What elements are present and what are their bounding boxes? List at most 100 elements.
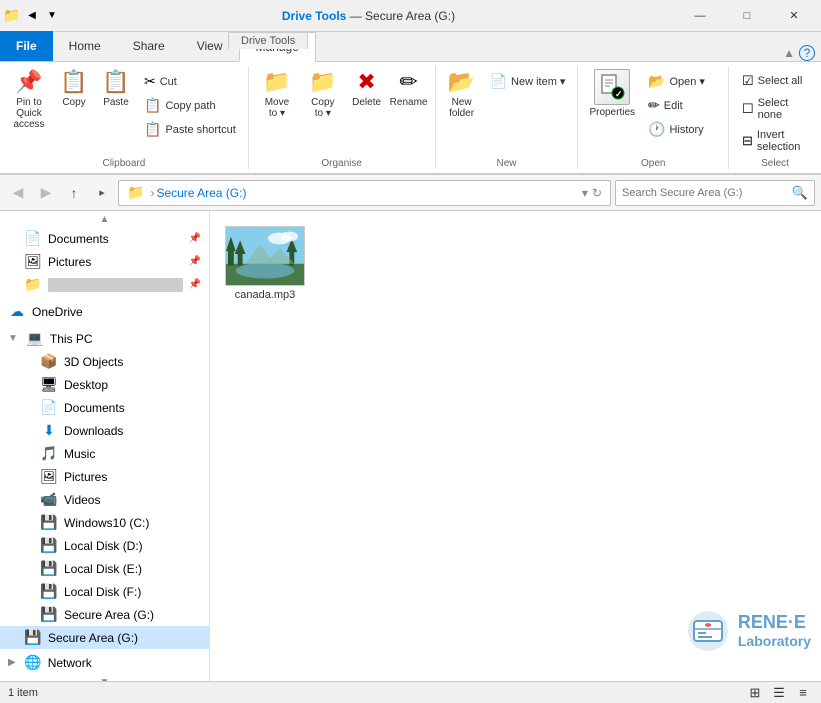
sidebar-item-downloads[interactable]: ⬇ Downloads xyxy=(0,419,209,442)
sidebar-item-secure-area-g[interactable]: 💾 Secure Area (G:) xyxy=(0,603,209,626)
new-folder-label: Newfolder xyxy=(449,97,474,119)
new-folder-button[interactable]: 📂 Newfolder xyxy=(442,66,482,122)
pin-quick-access-button[interactable]: 📌 Pin to Quick access xyxy=(6,66,52,133)
sidebar-windows-c-label: Windows10 (C:) xyxy=(64,516,201,530)
sidebar-scroll-up[interactable]: ▲ xyxy=(0,211,209,227)
edit-button[interactable]: ✏ Edit xyxy=(642,94,722,117)
address-dropdown[interactable]: ▾ xyxy=(582,186,588,200)
file-name-canada: canada.mp3 xyxy=(235,289,296,301)
help-icon[interactable]: ? xyxy=(799,45,815,61)
watermark-svg xyxy=(686,609,730,653)
sidebar-item-blurred[interactable]: 📁 ████████████ 📌 xyxy=(0,273,209,296)
maximize-button[interactable]: □ xyxy=(724,0,770,32)
windows-c-icon: 💾 xyxy=(40,514,58,531)
close-button[interactable]: ✕ xyxy=(771,0,817,32)
move-to-button[interactable]: 📁 Move to ▾ xyxy=(255,66,299,122)
sidebar: ▲ 📄 Documents 📌 🖼 Pictures 📌 📁 █████████… xyxy=(0,211,210,681)
sidebar-item-onedrive[interactable]: ☁ OneDrive xyxy=(0,300,209,323)
select-none-button[interactable]: ☐ Select none xyxy=(735,94,815,124)
breadcrumb-sep1: › xyxy=(150,186,154,200)
pin-indicator2: 📌 xyxy=(189,256,201,267)
title-controls[interactable]: — □ ✕ xyxy=(677,0,817,32)
list-view-button[interactable]: ☰ xyxy=(769,684,789,702)
up-button[interactable]: ↑ xyxy=(62,181,86,205)
large-icons-view-button[interactable]: ⊞ xyxy=(745,684,765,702)
pin-icon: 📌 xyxy=(15,69,42,95)
copy-to-icon: 📁 xyxy=(309,69,336,95)
new-item-label: New item ▾ xyxy=(511,75,565,88)
sidebar-videos-label: Videos xyxy=(64,493,201,507)
sidebar-item-3dobjects[interactable]: 📦 3D Objects xyxy=(0,350,209,373)
address-bar-row: ◀ ▶ ↑ ▸ 📁 › Secure Area (G:) ▾ ↻ 🔍 xyxy=(0,175,821,211)
sidebar-documents-pinned-label: Documents xyxy=(48,232,183,246)
select-buttons: ☑ Select all ☐ Select none ⊟ Invert sele… xyxy=(735,66,815,156)
sidebar-item-local-e[interactable]: 💾 Local Disk (E:) xyxy=(0,557,209,580)
tab-file[interactable]: File xyxy=(0,31,53,61)
open-content: ✓ Properties 📂 Open ▾ ✏ Edit xyxy=(584,66,722,156)
edit-icon: ✏ xyxy=(648,97,660,114)
sidebar-item-thispc[interactable]: ▼ 💻 This PC xyxy=(0,327,209,350)
tab-home[interactable]: Home xyxy=(53,31,117,61)
sidebar-local-e-label: Local Disk (E:) xyxy=(64,562,201,576)
address-controls: ▾ ↻ xyxy=(582,186,602,200)
minimize-button[interactable]: — xyxy=(677,0,723,32)
ribbon-tabs: File Home Share View Manage ▲ ? xyxy=(0,32,821,62)
folder-icon: 📁 xyxy=(4,8,20,24)
local-f-icon: 💾 xyxy=(40,583,58,600)
back-button[interactable]: ◀ xyxy=(6,181,30,205)
watermark-text: RENE·E Laboratory xyxy=(738,612,811,650)
details-view-button[interactable]: ≡ xyxy=(793,684,813,702)
open-icon: 📂 xyxy=(648,73,665,90)
sidebar-item-desktop[interactable]: 🖥 Desktop xyxy=(0,373,209,396)
paste-button[interactable]: 📋 Paste xyxy=(96,66,136,111)
address-folder-icon: 📁 xyxy=(127,184,144,201)
sidebar-scroll-down[interactable]: ▼ xyxy=(0,674,209,681)
cut-button[interactable]: ✂ Cut xyxy=(138,70,242,93)
refresh-button[interactable]: ▸ xyxy=(90,181,114,205)
sidebar-item-music[interactable]: 🎵 Music xyxy=(0,442,209,465)
history-icon: 🕐 xyxy=(648,121,665,138)
sidebar-item-videos[interactable]: 📹 Videos xyxy=(0,488,209,511)
invert-selection-button[interactable]: ⊟ Invert selection xyxy=(735,126,815,156)
sidebar-item-local-d[interactable]: 💾 Local Disk (D:) xyxy=(0,534,209,557)
copy-to-button[interactable]: 📁 Copy to ▾ xyxy=(301,66,344,122)
sidebar-item-secure-area-selected[interactable]: 💾 Secure Area (G:) xyxy=(0,626,209,649)
sidebar-item-windows-c[interactable]: 💾 Windows10 (C:) xyxy=(0,511,209,534)
tab-share[interactable]: Share xyxy=(117,31,181,61)
properties-button[interactable]: ✓ Properties xyxy=(584,66,640,121)
forward-button[interactable]: ▶ xyxy=(34,181,58,205)
sidebar-item-pictures-pinned[interactable]: 🖼 Pictures 📌 xyxy=(0,250,209,273)
copy-button[interactable]: 📋 Copy xyxy=(54,66,94,111)
history-button[interactable]: 🕐 History xyxy=(642,118,722,141)
select-all-button[interactable]: ☑ Select all xyxy=(735,70,815,92)
sidebar-item-documents[interactable]: 📄 Documents xyxy=(0,396,209,419)
search-box[interactable]: 🔍 xyxy=(615,180,815,206)
paste-shortcut-button[interactable]: 📋 Paste shortcut xyxy=(138,118,242,141)
select-label: Select xyxy=(761,156,789,169)
clipboard-content: 📌 Pin to Quick access 📋 Copy 📋 Paste xyxy=(6,66,242,156)
file-item-canada-mp3[interactable]: canada.mp3 xyxy=(220,221,310,306)
sidebar-documents-label: Documents xyxy=(64,401,201,415)
history-label: History xyxy=(669,124,703,136)
open-button[interactable]: 📂 Open ▾ xyxy=(642,70,722,93)
delete-button[interactable]: ✖ Delete xyxy=(347,66,387,111)
sidebar-item-pictures[interactable]: 🖼 Pictures xyxy=(0,465,209,488)
copy-path-button[interactable]: 📋 Copy path xyxy=(138,94,242,117)
sidebar-item-documents-pinned[interactable]: 📄 Documents 📌 xyxy=(0,227,209,250)
address-refresh[interactable]: ↻ xyxy=(592,186,602,200)
pictures-icon: 🖼 xyxy=(40,468,58,485)
new-label: New xyxy=(497,156,517,169)
sidebar-item-network[interactable]: ▶ 🌐 Network xyxy=(0,651,209,674)
rename-button[interactable]: ✏ Rename xyxy=(389,66,429,111)
search-input[interactable] xyxy=(622,187,792,199)
search-icon: 🔍 xyxy=(792,185,808,201)
properties-svg: ✓ xyxy=(598,73,626,101)
address-bar[interactable]: 📁 › Secure Area (G:) ▾ ↻ xyxy=(118,180,611,206)
breadcrumb-item[interactable]: Secure Area (G:) xyxy=(156,186,246,200)
sidebar-item-local-f[interactable]: 💾 Local Disk (F:) xyxy=(0,580,209,603)
sidebar-local-f-label: Local Disk (F:) xyxy=(64,585,201,599)
copy-to-label: Copy to ▾ xyxy=(306,97,339,119)
secure-area-g-icon: 💾 xyxy=(40,606,58,623)
desktop-icon: 🖥 xyxy=(40,376,58,393)
new-item-button[interactable]: 📄 New item ▾ xyxy=(484,70,572,93)
